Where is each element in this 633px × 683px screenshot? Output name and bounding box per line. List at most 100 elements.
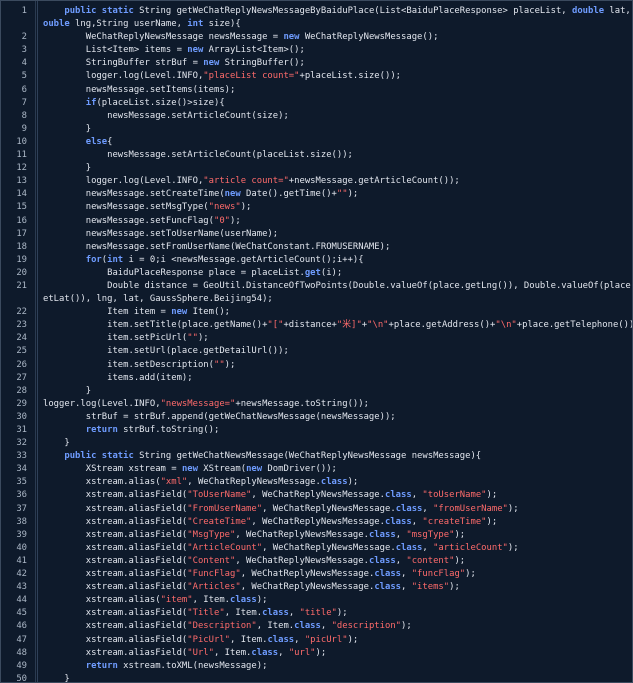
code-line[interactable]: 13 logger.log(Level.INFO,"article count=… xyxy=(1,175,632,188)
code-line[interactable]: 49 return xstream.toXML(newsMessage); xyxy=(1,660,632,673)
code-line[interactable]: 4 StringBuffer strBuf = new StringBuffer… xyxy=(1,57,632,70)
line-number: 41 xyxy=(16,555,27,566)
string-token: "MsgType" xyxy=(187,529,236,540)
line-number: 25 xyxy=(16,346,27,357)
keyword-token: new xyxy=(187,45,204,56)
code-line[interactable]: 33 public static String getWeChatNewsMes… xyxy=(1,450,632,463)
string-token: "FuncFlag" xyxy=(187,569,241,580)
line-number: 32 xyxy=(16,438,27,449)
code-line[interactable]: etLat()), lng, lat, GaussSphere.Beijing5… xyxy=(1,293,632,306)
code-token: xstream.toXML(newsMessage); xyxy=(117,660,268,671)
code-token: xstream.aliasField( xyxy=(43,490,188,501)
line-text: public static String getWeChatNewsMessag… xyxy=(43,450,481,463)
code-line[interactable]: 12 } xyxy=(1,162,632,175)
code-line[interactable]: 38 xstream.aliasField("CreateTime", WeCh… xyxy=(1,516,632,529)
code-line[interactable]: 1 public static String getWeChatReplyNew… xyxy=(1,5,632,18)
code-line[interactable]: 14 newsMessage.setCreateTime(new Date().… xyxy=(1,188,632,201)
code-token: , xyxy=(411,516,423,527)
code-token: item.setTitle(place.getName()+ xyxy=(43,320,268,331)
code-line[interactable]: 39 xstream.aliasField("MsgType", WeChatR… xyxy=(1,529,632,542)
code-line[interactable]: 25 item.setUrl(place.getDetailUrl()); xyxy=(1,345,632,358)
code-line[interactable]: 30 strBuf = strBuf.append(getWeChatNewsM… xyxy=(1,411,632,424)
line-number: 2 xyxy=(21,32,27,43)
code-line[interactable]: 6 newsMessage.setItems(items); xyxy=(1,84,632,97)
string-token: "米]" xyxy=(336,320,362,331)
code-line[interactable]: 23 item.setTitle(place.getName()+"["+dis… xyxy=(1,319,632,332)
code-line[interactable]: 44 xstream.alias("item", Item.class); xyxy=(1,594,632,607)
code-line[interactable]: 3 List<Item> items = new ArrayList<Item>… xyxy=(1,44,632,57)
string-token: "newsMessage=" xyxy=(160,398,236,409)
code-line[interactable]: 37 xstream.aliasField("FromUserName", We… xyxy=(1,503,632,516)
line-text: xstream.aliasField("ArticleCount", WeCha… xyxy=(43,542,519,555)
line-number: 23 xyxy=(16,320,27,331)
code-line[interactable]: 9 } xyxy=(1,123,632,136)
code-area[interactable]: 1 public static String getWeChatReplyNew… xyxy=(1,5,632,682)
code-line[interactable]: 15 newsMessage.setMsgType("news"); xyxy=(1,201,632,214)
code-line[interactable]: 8 newsMessage.setArticleCount(size); xyxy=(1,110,632,123)
keyword-token: new xyxy=(246,464,263,475)
code-token: , xyxy=(422,542,434,553)
code-token: logger.log(Level.INFO, xyxy=(43,398,161,409)
string-token: "\n" xyxy=(367,320,389,331)
code-line[interactable]: 29 logger.log(Level.INFO,"newsMessage="+n… xyxy=(1,398,632,411)
code-line[interactable]: 47 xstream.aliasField("PicUrl", Item.cla… xyxy=(1,634,632,647)
code-line[interactable]: 32 } xyxy=(1,437,632,450)
line-text: xstream.aliasField("FromUserName", WeCha… xyxy=(43,503,519,516)
line-text: xstream.aliasField("Title", Item.class, … xyxy=(43,607,348,620)
code-token: newsMessage.setMsgType( xyxy=(43,202,209,213)
code-line[interactable]: 40 xstream.aliasField("ArticleCount", We… xyxy=(1,542,632,555)
code-line[interactable]: 34 XStream xstream = new XStream(new Dom… xyxy=(1,463,632,476)
line-text: xstream.aliasField("PicUrl", Item.class,… xyxy=(43,634,359,647)
code-line[interactable]: 24 item.setPicUrl(""); xyxy=(1,332,632,345)
code-line[interactable]: 2 WeChatReplyNewsMessage newsMessage = n… xyxy=(1,31,632,44)
code-line[interactable]: 21 Double distance = GeoUtil.DistanceOfT… xyxy=(1,280,632,293)
code-line[interactable]: 31 return strBuf.toString(); xyxy=(1,424,632,437)
line-number: 8 xyxy=(21,110,27,121)
code-line[interactable]: 5 logger.log(Level.INFO,"placeList count… xyxy=(1,70,632,83)
code-token: ); xyxy=(449,582,460,593)
code-line[interactable]: 27 items.add(item); xyxy=(1,372,632,385)
code-line[interactable]: 20 BaiduPlaceResponse place = placeList.… xyxy=(1,267,632,280)
code-line[interactable]: 36 xstream.aliasField("ToUserName", WeCh… xyxy=(1,489,632,502)
line-number: 7 xyxy=(21,97,27,108)
code-token: item.setDescription( xyxy=(43,359,214,370)
line-number: 5 xyxy=(21,71,27,82)
line-number: 34 xyxy=(16,464,27,475)
keyword-token: ouble xyxy=(43,19,70,30)
code-token: ); xyxy=(315,647,327,658)
code-token: +newsMessage.toString()); xyxy=(235,398,369,409)
code-line[interactable]: ouble lng,String userName, int size){ xyxy=(1,18,632,31)
line-number: 30 xyxy=(16,411,27,422)
code-line[interactable]: 45 xstream.aliasField("Title", Item.clas… xyxy=(1,607,632,620)
code-line[interactable]: 11 newsMessage.setArticleCount(placeList… xyxy=(1,149,632,162)
code-line[interactable]: 18 newsMessage.setFromUserName(WeChatCon… xyxy=(1,241,632,254)
line-text: xstream.aliasField("ToUserName", WeChatR… xyxy=(43,489,497,502)
code-token: , xyxy=(278,647,289,658)
string-token: "description" xyxy=(331,621,402,632)
code-token: StringBuffer(); xyxy=(219,58,305,69)
code-line[interactable]: 46 xstream.aliasField("Description", Ite… xyxy=(1,620,632,633)
code-editor[interactable]: 1 public static String getWeChatReplyNew… xyxy=(0,0,633,683)
line-text: return strBuf.toString(); xyxy=(43,424,220,437)
code-line[interactable]: 48 xstream.aliasField("Url", Item.class,… xyxy=(1,647,632,660)
code-line[interactable]: 17 newsMessage.setToUserName(userName); xyxy=(1,228,632,241)
string-token: "createTime" xyxy=(422,516,487,527)
code-token: ); xyxy=(347,634,359,645)
code-token: , xyxy=(294,634,305,645)
code-line[interactable]: 22 Item item = new Item(); xyxy=(1,306,632,319)
code-line[interactable]: 43 xstream.aliasField("Articles", WeChat… xyxy=(1,581,632,594)
code-line[interactable]: 19 for(int i = 0;i <newsMessage.getArtic… xyxy=(1,254,632,267)
string-token: "Articles" xyxy=(187,582,241,593)
code-line[interactable]: 7 if(placeList.size()>size){ xyxy=(1,97,632,110)
line-text: item.setPicUrl(""); xyxy=(43,332,209,345)
code-line[interactable]: 42 xstream.aliasField("FuncFlag", WeChat… xyxy=(1,568,632,581)
code-line[interactable]: 50 } xyxy=(1,673,632,682)
code-line[interactable]: 41 xstream.aliasField("Content", WeChatR… xyxy=(1,555,632,568)
line-number: 19 xyxy=(16,254,27,265)
code-line[interactable]: 16 newsMessage.setFuncFlag("0"); xyxy=(1,215,632,228)
code-line[interactable]: 10 else{ xyxy=(1,136,632,149)
code-line[interactable]: 26 item.setDescription(""); xyxy=(1,359,632,372)
code-token: { xyxy=(107,136,113,147)
code-line[interactable]: 35 xstream.alias("xml", WeChatReplyNewsM… xyxy=(1,476,632,489)
code-line[interactable]: 28 } xyxy=(1,385,632,398)
